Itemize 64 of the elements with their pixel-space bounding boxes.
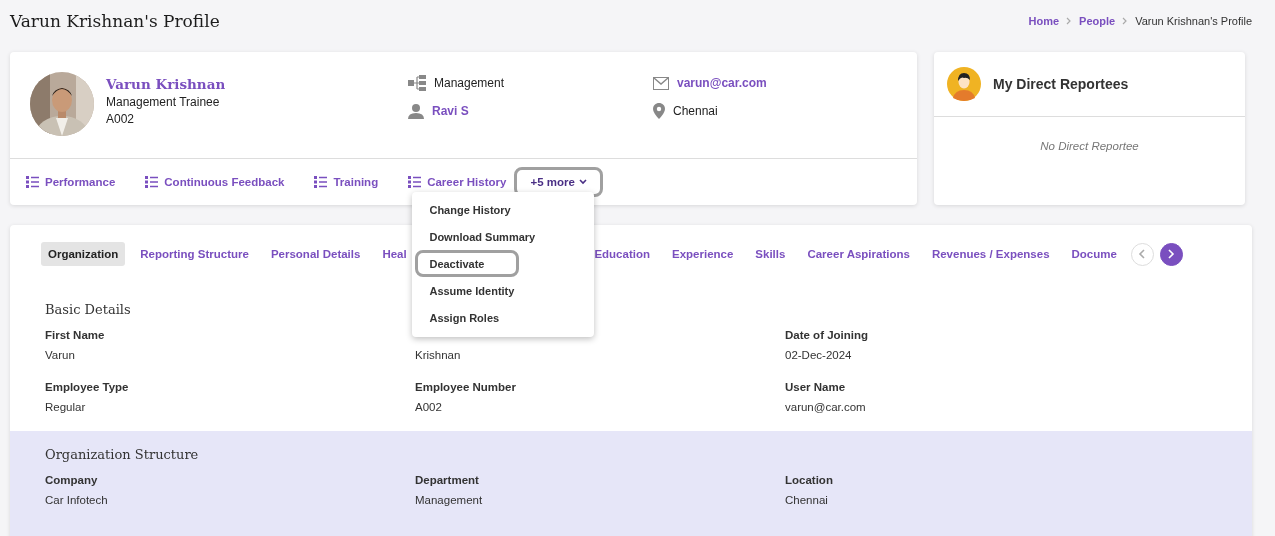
chevron-down-icon — [578, 179, 587, 186]
tab[interactable]: Docume — [1064, 242, 1124, 266]
breadcrumb-current: Varun Krishnan's Profile — [1135, 15, 1252, 27]
menu-item[interactable]: Assume Identity — [415, 277, 530, 305]
designation: Management Trainee — [106, 94, 221, 111]
tab[interactable]: Personal Details — [263, 242, 368, 266]
employee-id: A002 — [106, 111, 136, 128]
tab[interactable]: Reporting Structure — [133, 242, 256, 266]
scroll-right-button[interactable] — [1159, 242, 1183, 266]
chevron-left-icon — [1138, 249, 1147, 259]
menu-item[interactable]: Deactivate — [415, 250, 520, 278]
person-icon — [408, 103, 424, 119]
card-title: My Direct Reportees — [993, 76, 1129, 92]
tab[interactable]: Experience — [665, 242, 741, 266]
field-label: First Name — [45, 329, 106, 343]
detail-text: Chennai — [673, 104, 718, 118]
field-value: Chennai — [785, 494, 829, 506]
page-title: Varun Krishnan's Profile — [10, 11, 220, 31]
checklist-icon — [408, 176, 422, 189]
field-value: Regular — [45, 401, 87, 413]
section-title: Basic Details — [45, 302, 132, 317]
checklist-icon — [314, 176, 328, 189]
action-link[interactable]: Training — [314, 176, 379, 189]
avatar-icon — [947, 67, 981, 101]
tab[interactable]: Revenues / Expenses — [924, 242, 1057, 266]
field-value: Car Infotech — [45, 494, 109, 506]
field-value: Management — [415, 494, 484, 506]
employee-name[interactable]: Varun Krishnan — [106, 76, 226, 92]
chevron-right-icon — [1122, 17, 1129, 25]
field-value: A002 — [415, 401, 443, 413]
field-label: Employee Type — [45, 381, 130, 395]
field-value: Krishnan — [415, 349, 462, 361]
field-label: Location — [785, 474, 834, 488]
empty-message: No Direct Reportee — [1039, 140, 1140, 152]
field-value: Varun — [45, 349, 76, 361]
tab[interactable]: Career Aspirations — [800, 242, 917, 266]
field-label: Date of Joining — [785, 329, 870, 343]
field-label: Employee Number — [415, 381, 517, 395]
field-value: varun@car.com — [785, 401, 867, 413]
field-label: Company — [45, 474, 99, 488]
action-link[interactable]: Career History — [408, 176, 507, 189]
menu-item[interactable]: Download Summary — [415, 223, 551, 251]
tab[interactable]: Organization — [41, 242, 126, 266]
detail-link[interactable]: Ravi S — [432, 104, 469, 118]
envelope-icon — [653, 76, 669, 90]
action-link[interactable]: Continuous Feedback — [145, 176, 285, 189]
checklist-icon — [145, 176, 159, 189]
chevron-right-icon — [1066, 17, 1073, 25]
action-link[interactable]: Performance — [26, 176, 116, 189]
breadcrumb-link[interactable]: Home — [1028, 15, 1060, 27]
menu-item[interactable]: Change History — [415, 196, 526, 224]
chevron-right-icon — [1167, 249, 1176, 259]
checklist-icon — [26, 176, 39, 189]
hierarchy-icon — [408, 75, 426, 91]
menu-item[interactable]: Assign Roles — [415, 304, 520, 332]
field-label: User Name — [785, 381, 847, 395]
field-label: Department — [415, 474, 480, 488]
detail-text: Management — [434, 76, 505, 90]
breadcrumb-link[interactable]: People — [1079, 15, 1116, 27]
tab[interactable]: Skills — [748, 242, 793, 266]
detail-link[interactable]: varun@car.com — [677, 76, 767, 90]
field-value: 02-Dec-2024 — [785, 349, 853, 361]
location-pin-icon — [653, 103, 665, 119]
section-title: Organization Structure — [45, 447, 200, 462]
